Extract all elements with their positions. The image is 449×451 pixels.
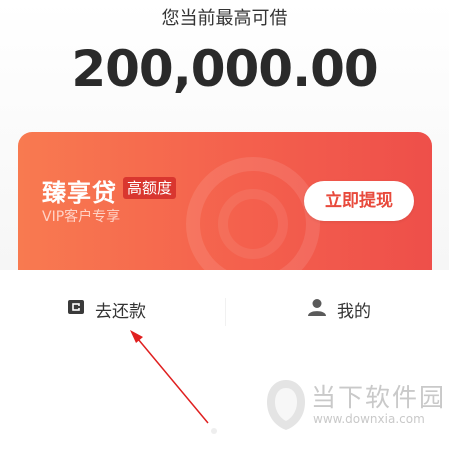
user-icon: [307, 297, 327, 322]
withdraw-now-button[interactable]: 立即提现: [304, 181, 414, 221]
wallet-icon: [67, 299, 85, 320]
limit-amount: 200,000.00: [71, 40, 378, 98]
tab-divider: [225, 298, 226, 326]
site-watermark: 当下软件园 www.downxia.com: [263, 378, 447, 438]
site-url: www.downxia.com: [313, 412, 425, 426]
product-name: 臻享贷: [42, 179, 117, 207]
product-tag-badge: 高额度: [123, 177, 177, 199]
product-subtitle: VIP客户专享: [42, 209, 121, 225]
tab-repay[interactable]: 去还款: [67, 296, 146, 322]
tab-mine[interactable]: 我的: [307, 296, 371, 322]
tab-mine-label: 我的: [337, 301, 371, 322]
limit-label: 您当前最高可借: [161, 8, 288, 29]
site-name: 当下软件园: [311, 383, 447, 412]
tab-repay-label: 去还款: [95, 301, 146, 322]
site-logo-icon: [267, 380, 305, 430]
product-card[interactable]: 臻享贷 高额度 VIP客户专享 立即提现: [18, 132, 432, 292]
